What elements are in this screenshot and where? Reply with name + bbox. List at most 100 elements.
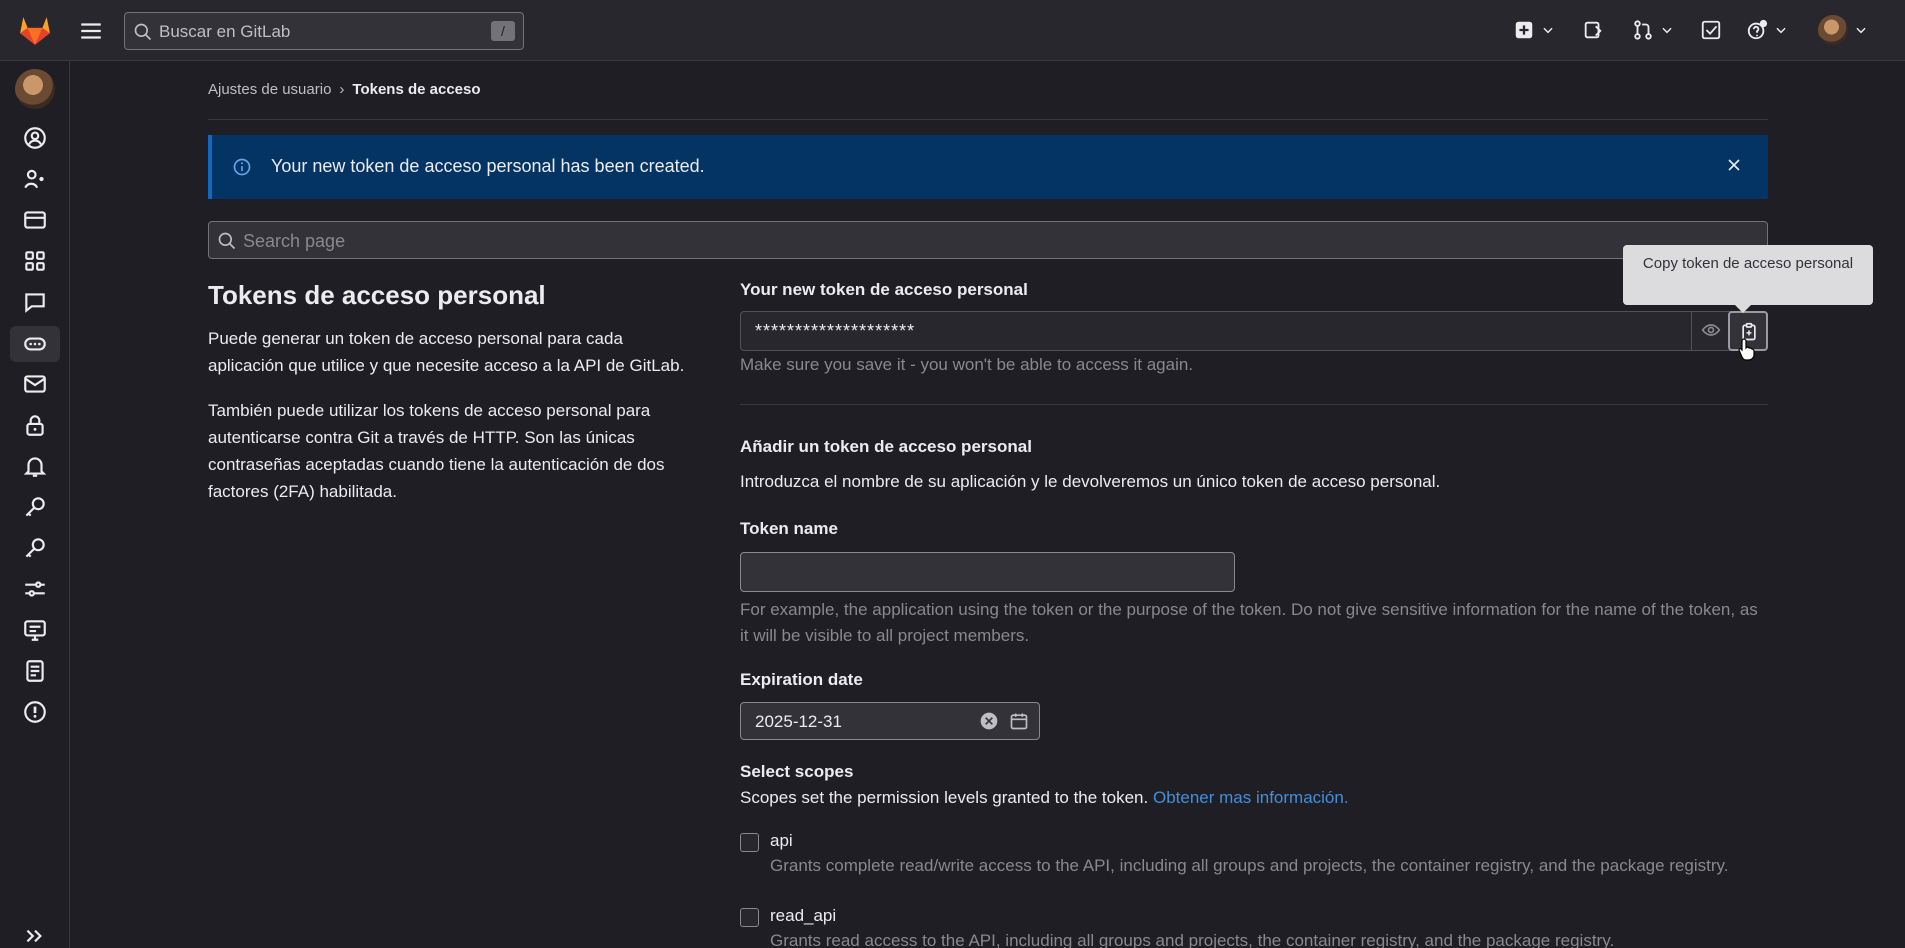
credit-card-icon [24, 211, 46, 229]
breadcrumb: Ajustes de usuario › Tokens de acceso [208, 81, 481, 98]
clear-icon[interactable] [979, 711, 999, 731]
token-icon [24, 337, 46, 351]
page-title: Tokens de acceso personal [208, 280, 546, 310]
token-name-help: For example, the application using the t… [740, 600, 1758, 645]
menu-icon[interactable] [78, 18, 104, 44]
divider [208, 119, 1768, 120]
close-icon[interactable] [1724, 155, 1744, 175]
scope-read-api-checkbox[interactable] [740, 908, 759, 927]
sidebar-item-notifications[interactable] [22, 453, 48, 479]
user-menu-button[interactable] [1818, 14, 1868, 46]
scope-api-name: api [770, 831, 793, 850]
key-icon [25, 497, 45, 517]
sidebar-item-billing[interactable] [22, 207, 48, 233]
double-chevron-right-icon [26, 929, 42, 943]
new-menu-button[interactable] [1513, 14, 1555, 46]
hand-cursor-icon [1738, 338, 1755, 361]
sidebar-item-emails[interactable] [22, 371, 48, 397]
new-token-label: Your new token de acceso personal [740, 280, 1028, 299]
chevron-down-icon [1856, 27, 1866, 34]
monitor-icon [24, 620, 46, 641]
bell-icon [23, 457, 47, 477]
expiration-date-value: 2025-12-31 [755, 712, 842, 731]
sidebar-item-authentication-log[interactable] [22, 658, 48, 684]
usage-icon [24, 701, 46, 723]
sidebar-item-chat[interactable] [22, 289, 48, 315]
global-search-input[interactable]: Buscar en GitLab / [124, 12, 524, 50]
breadcrumb-parent-link[interactable]: Ajustes de usuario [208, 81, 331, 98]
sidebar-item-gpg-keys[interactable] [22, 535, 48, 561]
sidebar-item-usage-quotas[interactable] [22, 699, 48, 725]
scope-api-desc: Grants complete read/write access to the… [770, 856, 1729, 875]
expiration-date-input[interactable]: 2025-12-31 [740, 702, 1040, 740]
intro-paragraph-1: Puede generar un token de acceso persona… [208, 329, 685, 375]
sidebar-item-access-tokens[interactable] [10, 326, 60, 362]
search-shortcut-badge: / [491, 21, 515, 41]
breadcrumb-current[interactable]: Tokens de acceso [352, 81, 480, 98]
token-name-input[interactable] [740, 552, 1235, 592]
sidebar-item-password[interactable] [22, 412, 48, 438]
calendar-icon[interactable] [1009, 711, 1029, 731]
merge-request-icon [1634, 20, 1652, 40]
add-token-description: Introduzca el nombre de su aplicación y … [740, 472, 1441, 491]
token-name-label: Token name [740, 519, 838, 538]
sidebar-item-ssh-keys[interactable] [22, 494, 48, 520]
new-token-field[interactable]: ******************** [740, 311, 1768, 351]
search-icon [134, 23, 152, 41]
merge-requests-button[interactable] [1632, 14, 1674, 46]
expiration-date-label: Expiration date [740, 670, 863, 689]
search-icon [218, 232, 236, 250]
plus-square-icon [1515, 21, 1533, 39]
success-alert: Your new token de acceso personal has be… [208, 135, 1768, 199]
scopes-description: Scopes set the permission levels granted… [740, 788, 1149, 807]
settings-sidebar [0, 61, 70, 948]
sidebar-user-avatar[interactable] [15, 69, 55, 109]
scope-api-checkbox[interactable] [740, 833, 759, 852]
chevron-down-icon [1662, 27, 1672, 34]
add-token-title: Añadir un token de acceso personal [740, 437, 1032, 456]
preferences-icon [25, 581, 45, 597]
top-bar: Buscar en GitLab / [0, 0, 1905, 61]
token-form: Your new token de acceso personal ******… [740, 280, 1768, 948]
sidebar-item-profile[interactable] [22, 125, 48, 151]
scope-read-api-desc: Grants read access to the API, including… [770, 931, 1615, 948]
breadcrumb-chevron-icon: › [339, 81, 345, 98]
sidebar-expand-button[interactable] [22, 923, 48, 948]
search-placeholder: Buscar en GitLab [159, 22, 291, 41]
chevron-down-icon [1543, 27, 1553, 34]
page-search-input[interactable]: Search page [208, 221, 1768, 259]
todos-button[interactable] [1700, 14, 1722, 46]
help-button[interactable] [1746, 14, 1788, 46]
key-icon [25, 538, 45, 558]
sidebar-item-preferences[interactable] [22, 576, 48, 602]
info-icon [233, 158, 251, 176]
account-icon [24, 169, 44, 189]
mail-icon [24, 375, 46, 393]
help-icon [1747, 19, 1768, 40]
new-token-value: ******************** [755, 321, 916, 341]
intro-paragraph-2: También puede utilizar los tokens de acc… [208, 401, 665, 501]
scope-read-api-name: read_api [770, 906, 837, 925]
divider [740, 404, 1768, 405]
new-token-help: Make sure you save it - you won't be abl… [740, 355, 1194, 374]
gitlab-logo-icon[interactable] [18, 13, 52, 47]
sidebar-item-applications[interactable] [22, 248, 48, 274]
user-avatar [1818, 15, 1848, 45]
sidebar-item-account[interactable] [22, 166, 48, 192]
intro-section: Tokens de acceso personal Puede generar … [208, 280, 698, 523]
eye-icon [1701, 324, 1721, 336]
scopes-description-line: Scopes set the permission levels granted… [740, 788, 1349, 808]
comment-icon [25, 293, 45, 313]
copy-token-tooltip: Copy token de acceso personal [1623, 245, 1873, 313]
alert-message: Your new token de acceso personal has be… [271, 156, 705, 176]
log-icon [26, 660, 44, 682]
issues-button[interactable] [1582, 14, 1604, 46]
applications-icon [25, 251, 45, 271]
reveal-token-button[interactable] [1691, 311, 1729, 351]
chevron-down-icon [1776, 27, 1786, 34]
scopes-help-link[interactable]: Obtener mas información. [1153, 788, 1349, 807]
lock-icon [26, 415, 44, 436]
page-search-placeholder: Search page [243, 231, 346, 251]
todo-check-icon [1701, 20, 1721, 40]
sidebar-item-active-sessions[interactable] [22, 617, 48, 643]
